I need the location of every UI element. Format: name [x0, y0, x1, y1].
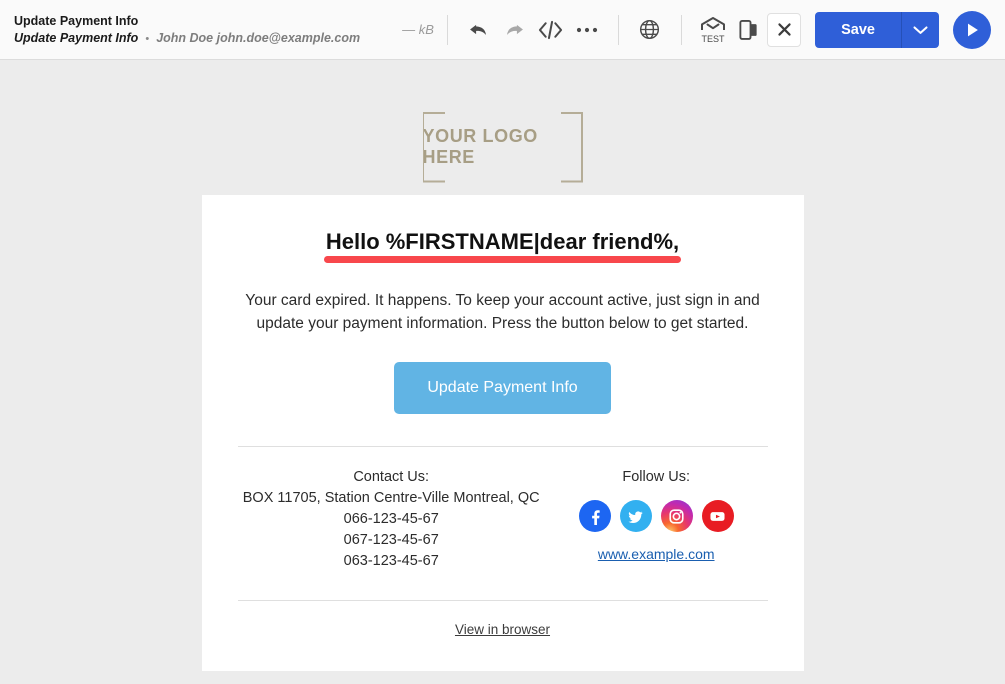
- email-subject: Update Payment Info: [14, 30, 139, 45]
- contact-phone: 067-123-45-67: [343, 532, 439, 548]
- footer-divider-top: [237, 446, 768, 447]
- language-globe-icon[interactable]: [632, 12, 668, 48]
- source-code-icon[interactable]: [533, 12, 569, 48]
- twitter-bird-glyph: [628, 510, 643, 523]
- globe-glyph: [640, 19, 660, 40]
- footer-divider-bottom: [237, 600, 768, 601]
- toolbar-divider-3: [680, 14, 682, 45]
- instagram-camera-glyph: [669, 508, 684, 524]
- follow-heading: Follow Us:: [622, 469, 691, 485]
- chevron-down-icon: [913, 25, 928, 34]
- contact-address: BOX 11705, Station Centre-Ville Montreal…: [242, 490, 540, 506]
- more-options-icon[interactable]: [569, 12, 605, 48]
- youtube-icon[interactable]: [701, 500, 734, 532]
- test-icon-label: TEST: [701, 34, 725, 44]
- logo-placeholder-text: YOUR LOGO HERE: [422, 126, 538, 167]
- send-test-icon[interactable]: TEST: [695, 12, 731, 48]
- copy-pages-glyph: [739, 19, 757, 40]
- envelope-test-glyph: TEST: [700, 16, 725, 44]
- redo-arrow-glyph: [507, 24, 524, 35]
- redo-icon[interactable]: [497, 12, 533, 48]
- preview-play-button[interactable]: [953, 10, 991, 49]
- close-x-icon: [777, 23, 791, 36]
- logo-bracket-left: [422, 112, 445, 182]
- website-link[interactable]: www.example.com: [598, 546, 715, 562]
- update-payment-cta-button[interactable]: Update Payment Info: [394, 362, 611, 414]
- toolbar-divider-1: [446, 14, 448, 45]
- sender-address: John Doe john.doe@example.com: [156, 30, 361, 45]
- campaign-name: Update Payment Info: [14, 13, 139, 28]
- greeting-block[interactable]: Hello %FIRSTNAME|dear friend%,: [238, 229, 768, 267]
- cta-block: Update Payment Info: [238, 362, 768, 414]
- greeting-text: Hello %FIRSTNAME|dear friend%,: [323, 229, 682, 263]
- undo-icon[interactable]: [461, 12, 497, 48]
- duplicate-icon[interactable]: [731, 12, 767, 48]
- close-button[interactable]: [767, 12, 802, 47]
- footer-columns: Contact Us: BOX 11705, Station Centre-Vi…: [238, 467, 768, 572]
- contact-heading: Contact Us:: [353, 469, 430, 485]
- ellipsis-glyph: [576, 27, 597, 32]
- toolbar-divider-2: [617, 14, 619, 45]
- campaign-title-block: Update Payment Info Update Payment Info …: [14, 14, 360, 46]
- logo-bracket-right: [560, 112, 583, 182]
- meta-bullet: •: [145, 32, 150, 45]
- email-size: — kB: [402, 22, 434, 37]
- save-button-group: Save: [815, 11, 939, 48]
- body-paragraph[interactable]: Your card expired. It happens. To keep y…: [238, 289, 768, 335]
- save-dropdown-button[interactable]: [901, 11, 939, 48]
- view-in-browser-block: View in browser: [238, 621, 768, 639]
- play-triangle-icon: [967, 23, 978, 36]
- email-body-card: Hello %FIRSTNAME|dear friend%, Your card…: [201, 195, 804, 671]
- undo-arrow-glyph: [470, 24, 487, 35]
- email-canvas[interactable]: YOUR LOGO HERE Hello %FIRSTNAME|dear fri…: [0, 60, 1005, 684]
- follow-column: Follow Us: www.example.com: [545, 467, 768, 572]
- save-button[interactable]: Save: [815, 11, 901, 48]
- code-brackets-glyph: [539, 20, 563, 39]
- top-toolbar: Update Payment Info Update Payment Info …: [0, 0, 1005, 60]
- facebook-f-glyph: [592, 509, 600, 525]
- youtube-play-glyph: [710, 511, 725, 521]
- contact-phone: 066-123-45-67: [343, 511, 439, 527]
- instagram-icon[interactable]: [660, 500, 693, 532]
- contact-column: Contact Us: BOX 11705, Station Centre-Vi…: [238, 467, 545, 572]
- view-in-browser-link[interactable]: View in browser: [455, 622, 550, 637]
- facebook-icon[interactable]: [578, 500, 611, 532]
- twitter-icon[interactable]: [619, 500, 652, 532]
- logo-placeholder[interactable]: YOUR LOGO HERE: [422, 112, 583, 182]
- social-icon-row: [545, 500, 768, 532]
- contact-phone: 063-123-45-67: [343, 553, 439, 569]
- campaign-meta: Update Payment Info • John Doe john.doe@…: [14, 31, 360, 46]
